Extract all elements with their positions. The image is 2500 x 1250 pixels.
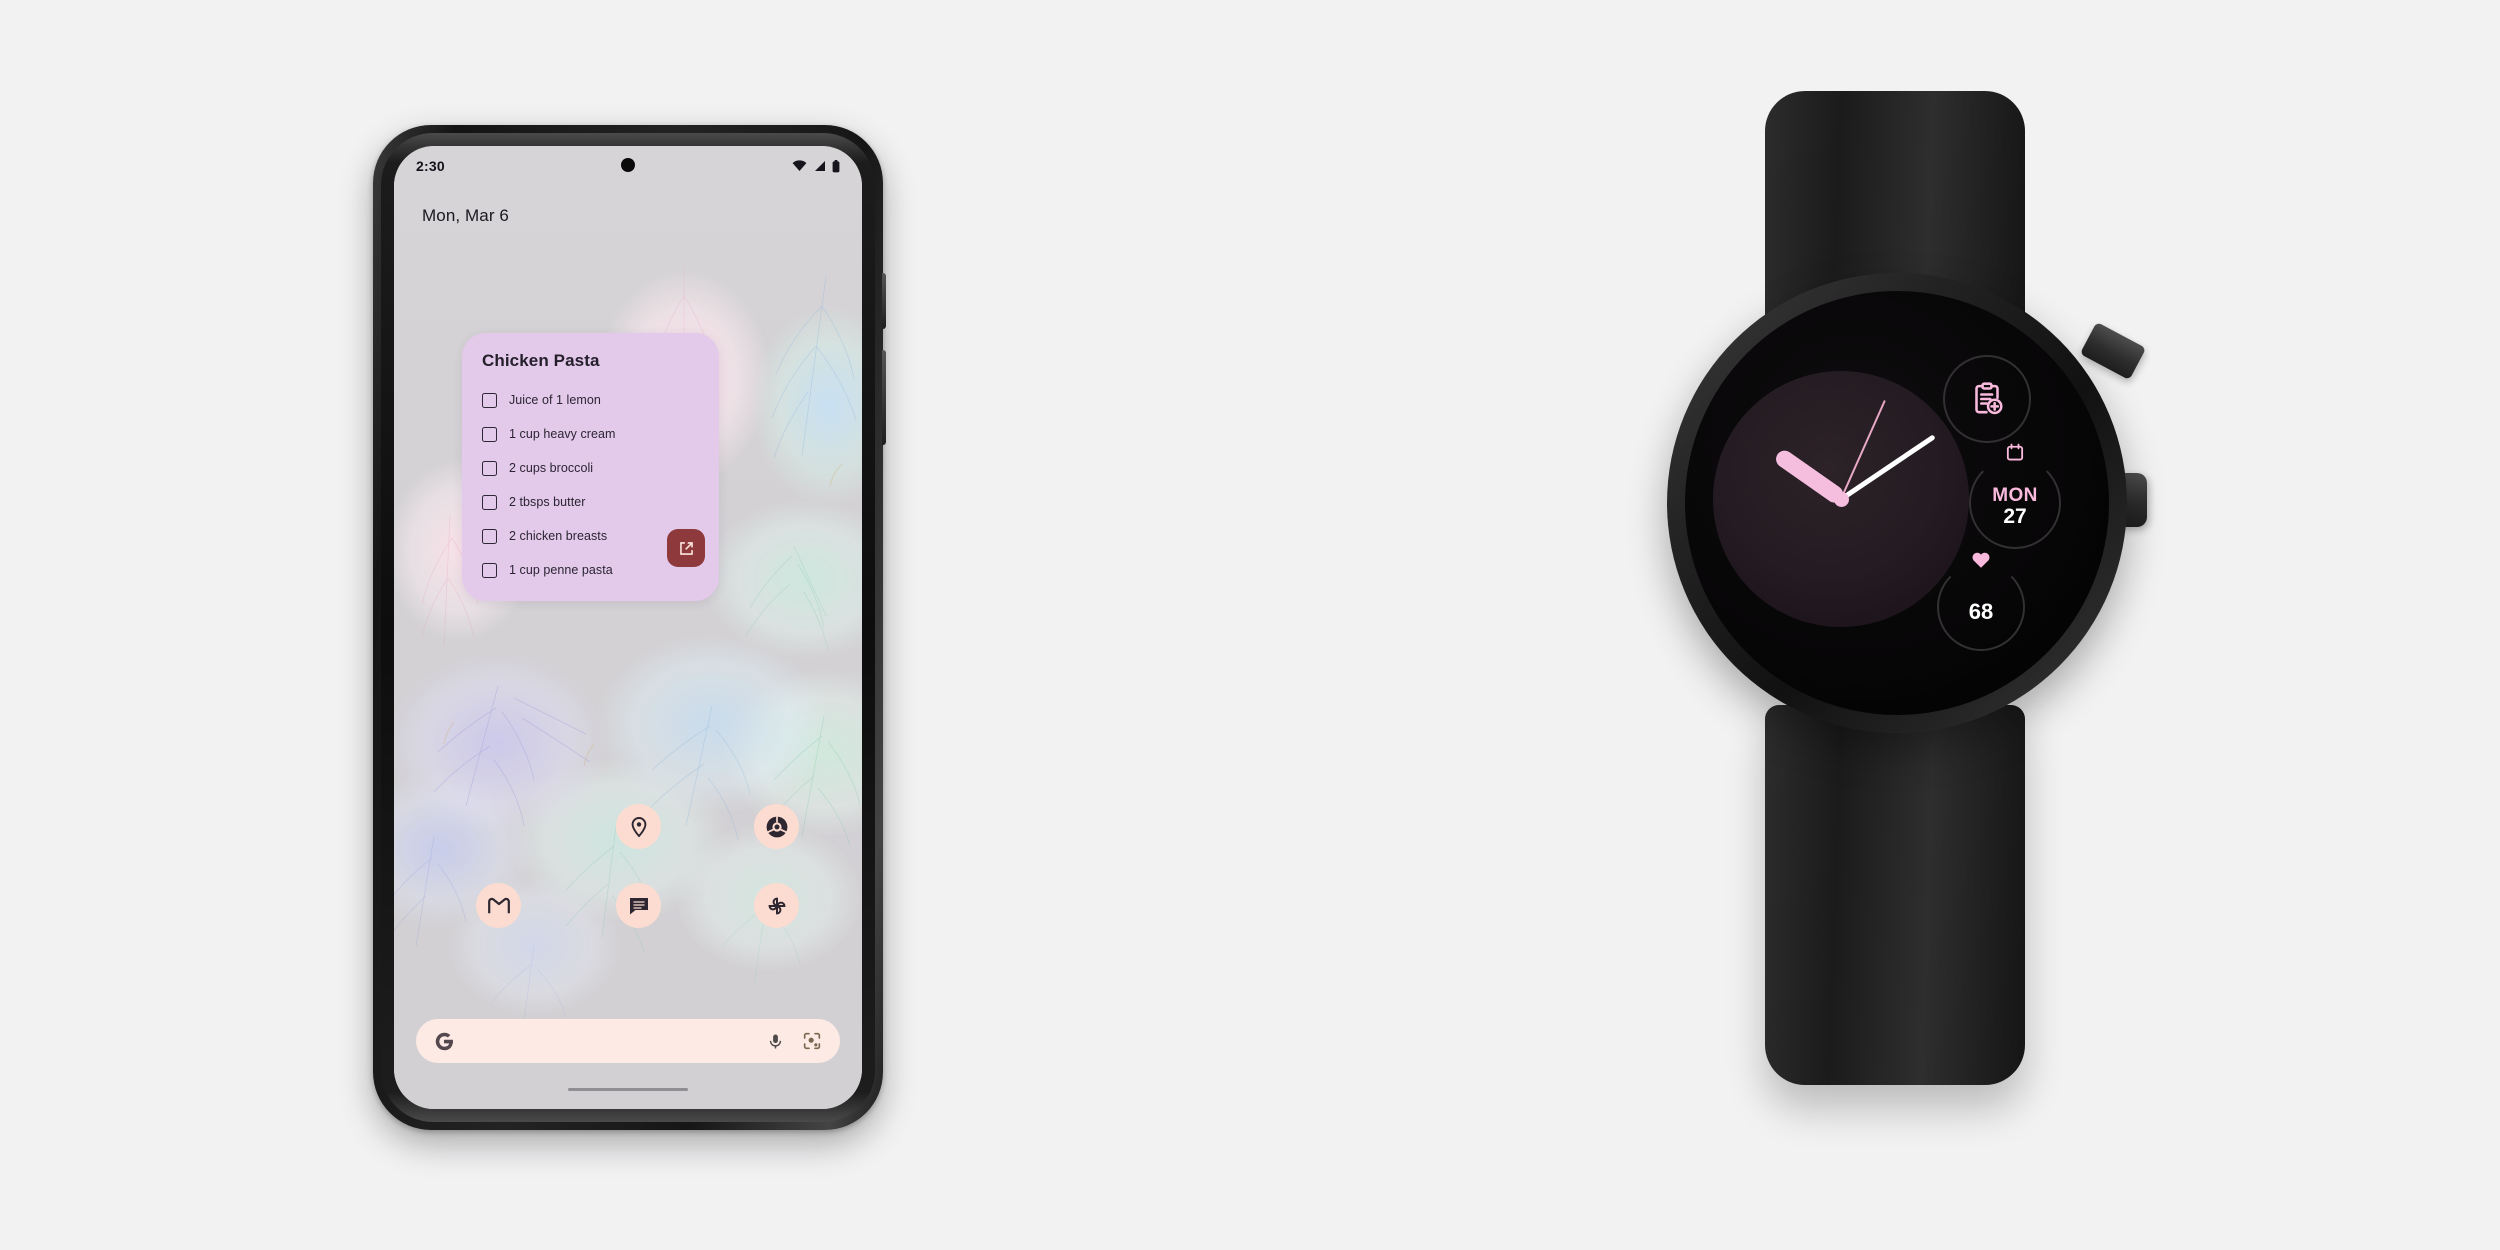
ingredient-label: Juice of 1 lemon	[509, 393, 601, 407]
recipe-widget[interactable]: Chicken Pasta Juice of 1 lemon 1 cup hea…	[462, 333, 719, 601]
app-icon-photos[interactable]	[754, 883, 799, 928]
watch-side-button[interactable]	[2079, 321, 2147, 381]
complication-notes-shortcut[interactable]	[1943, 355, 2031, 443]
ingredient-row[interactable]: 2 tbsps butter	[462, 485, 719, 519]
heart-icon	[1972, 552, 1990, 568]
ingredient-checkbox[interactable]	[482, 494, 497, 510]
google-lens-icon[interactable]	[802, 1031, 822, 1051]
app-icon-messages[interactable]	[616, 883, 661, 928]
complication-ring	[1969, 457, 2061, 549]
recipe-title: Chicken Pasta	[482, 351, 600, 370]
status-time: 2:30	[416, 158, 445, 174]
app-icon-chrome[interactable]	[754, 804, 799, 849]
watch-strap-bottom	[1765, 705, 2025, 1085]
complication-ring	[1943, 355, 2031, 443]
ingredient-checkbox[interactable]	[482, 392, 497, 408]
location-pin-icon	[631, 816, 646, 837]
smartwatch-device: MON 27 68	[1545, 85, 2245, 1095]
status-icons	[792, 159, 840, 173]
ingredient-checkbox[interactable]	[482, 460, 497, 476]
gmail-icon	[487, 897, 510, 913]
watch-dial	[1713, 371, 1969, 627]
ingredient-checkbox[interactable]	[482, 562, 497, 578]
hands-center-cap	[1833, 491, 1849, 507]
ingredient-checkbox[interactable]	[482, 426, 497, 442]
front-camera-dot	[621, 158, 635, 172]
power-button[interactable]	[882, 273, 886, 329]
wifi-icon	[792, 160, 807, 171]
home-gesture-bar[interactable]	[568, 1088, 688, 1091]
ingredient-label: 2 tbsps butter	[509, 495, 586, 509]
messages-icon	[629, 897, 648, 914]
ingredient-label: 2 chicken breasts	[509, 529, 608, 543]
ingredient-label: 1 cup penne pasta	[509, 563, 613, 577]
photos-pinwheel-icon	[768, 897, 785, 914]
complication-calendar-date[interactable]: MON 27	[1969, 443, 2061, 549]
wallpaper-vein-detail	[394, 266, 861, 1037]
phone-screen: 2:30 Mon, Mar 6 Chicken Pasta Juice of 1…	[394, 146, 862, 1109]
ingredient-label: 2 cups broccoli	[509, 461, 594, 475]
phone-device: 2:30 Mon, Mar 6 Chicken Pasta Juice of 1…	[373, 125, 886, 1130]
watch-body: MON 27 68	[1667, 273, 2127, 733]
volume-rocker-button[interactable]	[882, 350, 886, 445]
calendar-icon	[2006, 443, 2024, 461]
app-icon-maps[interactable]	[616, 804, 661, 849]
open-in-new-button[interactable]	[667, 529, 705, 567]
home-date-label: Mon, Mar 6	[422, 206, 509, 225]
cell-signal-icon	[815, 161, 825, 171]
ingredient-row[interactable]: 2 cups broccoli	[462, 451, 719, 485]
microphone-icon[interactable]	[767, 1031, 784, 1052]
complication-ring	[1937, 563, 2025, 651]
chrome-icon	[766, 816, 787, 837]
watch-screen: MON 27 68	[1685, 291, 2109, 715]
ingredient-row[interactable]: Juice of 1 lemon	[462, 383, 719, 417]
ingredient-checkbox[interactable]	[482, 528, 497, 544]
battery-icon	[832, 159, 840, 172]
google-search-bar[interactable]	[416, 1019, 840, 1063]
ingredient-row[interactable]: 1 cup heavy cream	[462, 417, 719, 451]
google-g-icon	[435, 1032, 453, 1050]
app-icon-gmail[interactable]	[476, 883, 521, 928]
ingredient-label: 1 cup heavy cream	[509, 427, 616, 441]
open-in-new-icon	[679, 541, 693, 555]
wallpaper-image	[394, 146, 862, 1109]
complication-heart-rate[interactable]: 68	[1937, 552, 2025, 651]
search-actions	[767, 1031, 822, 1052]
